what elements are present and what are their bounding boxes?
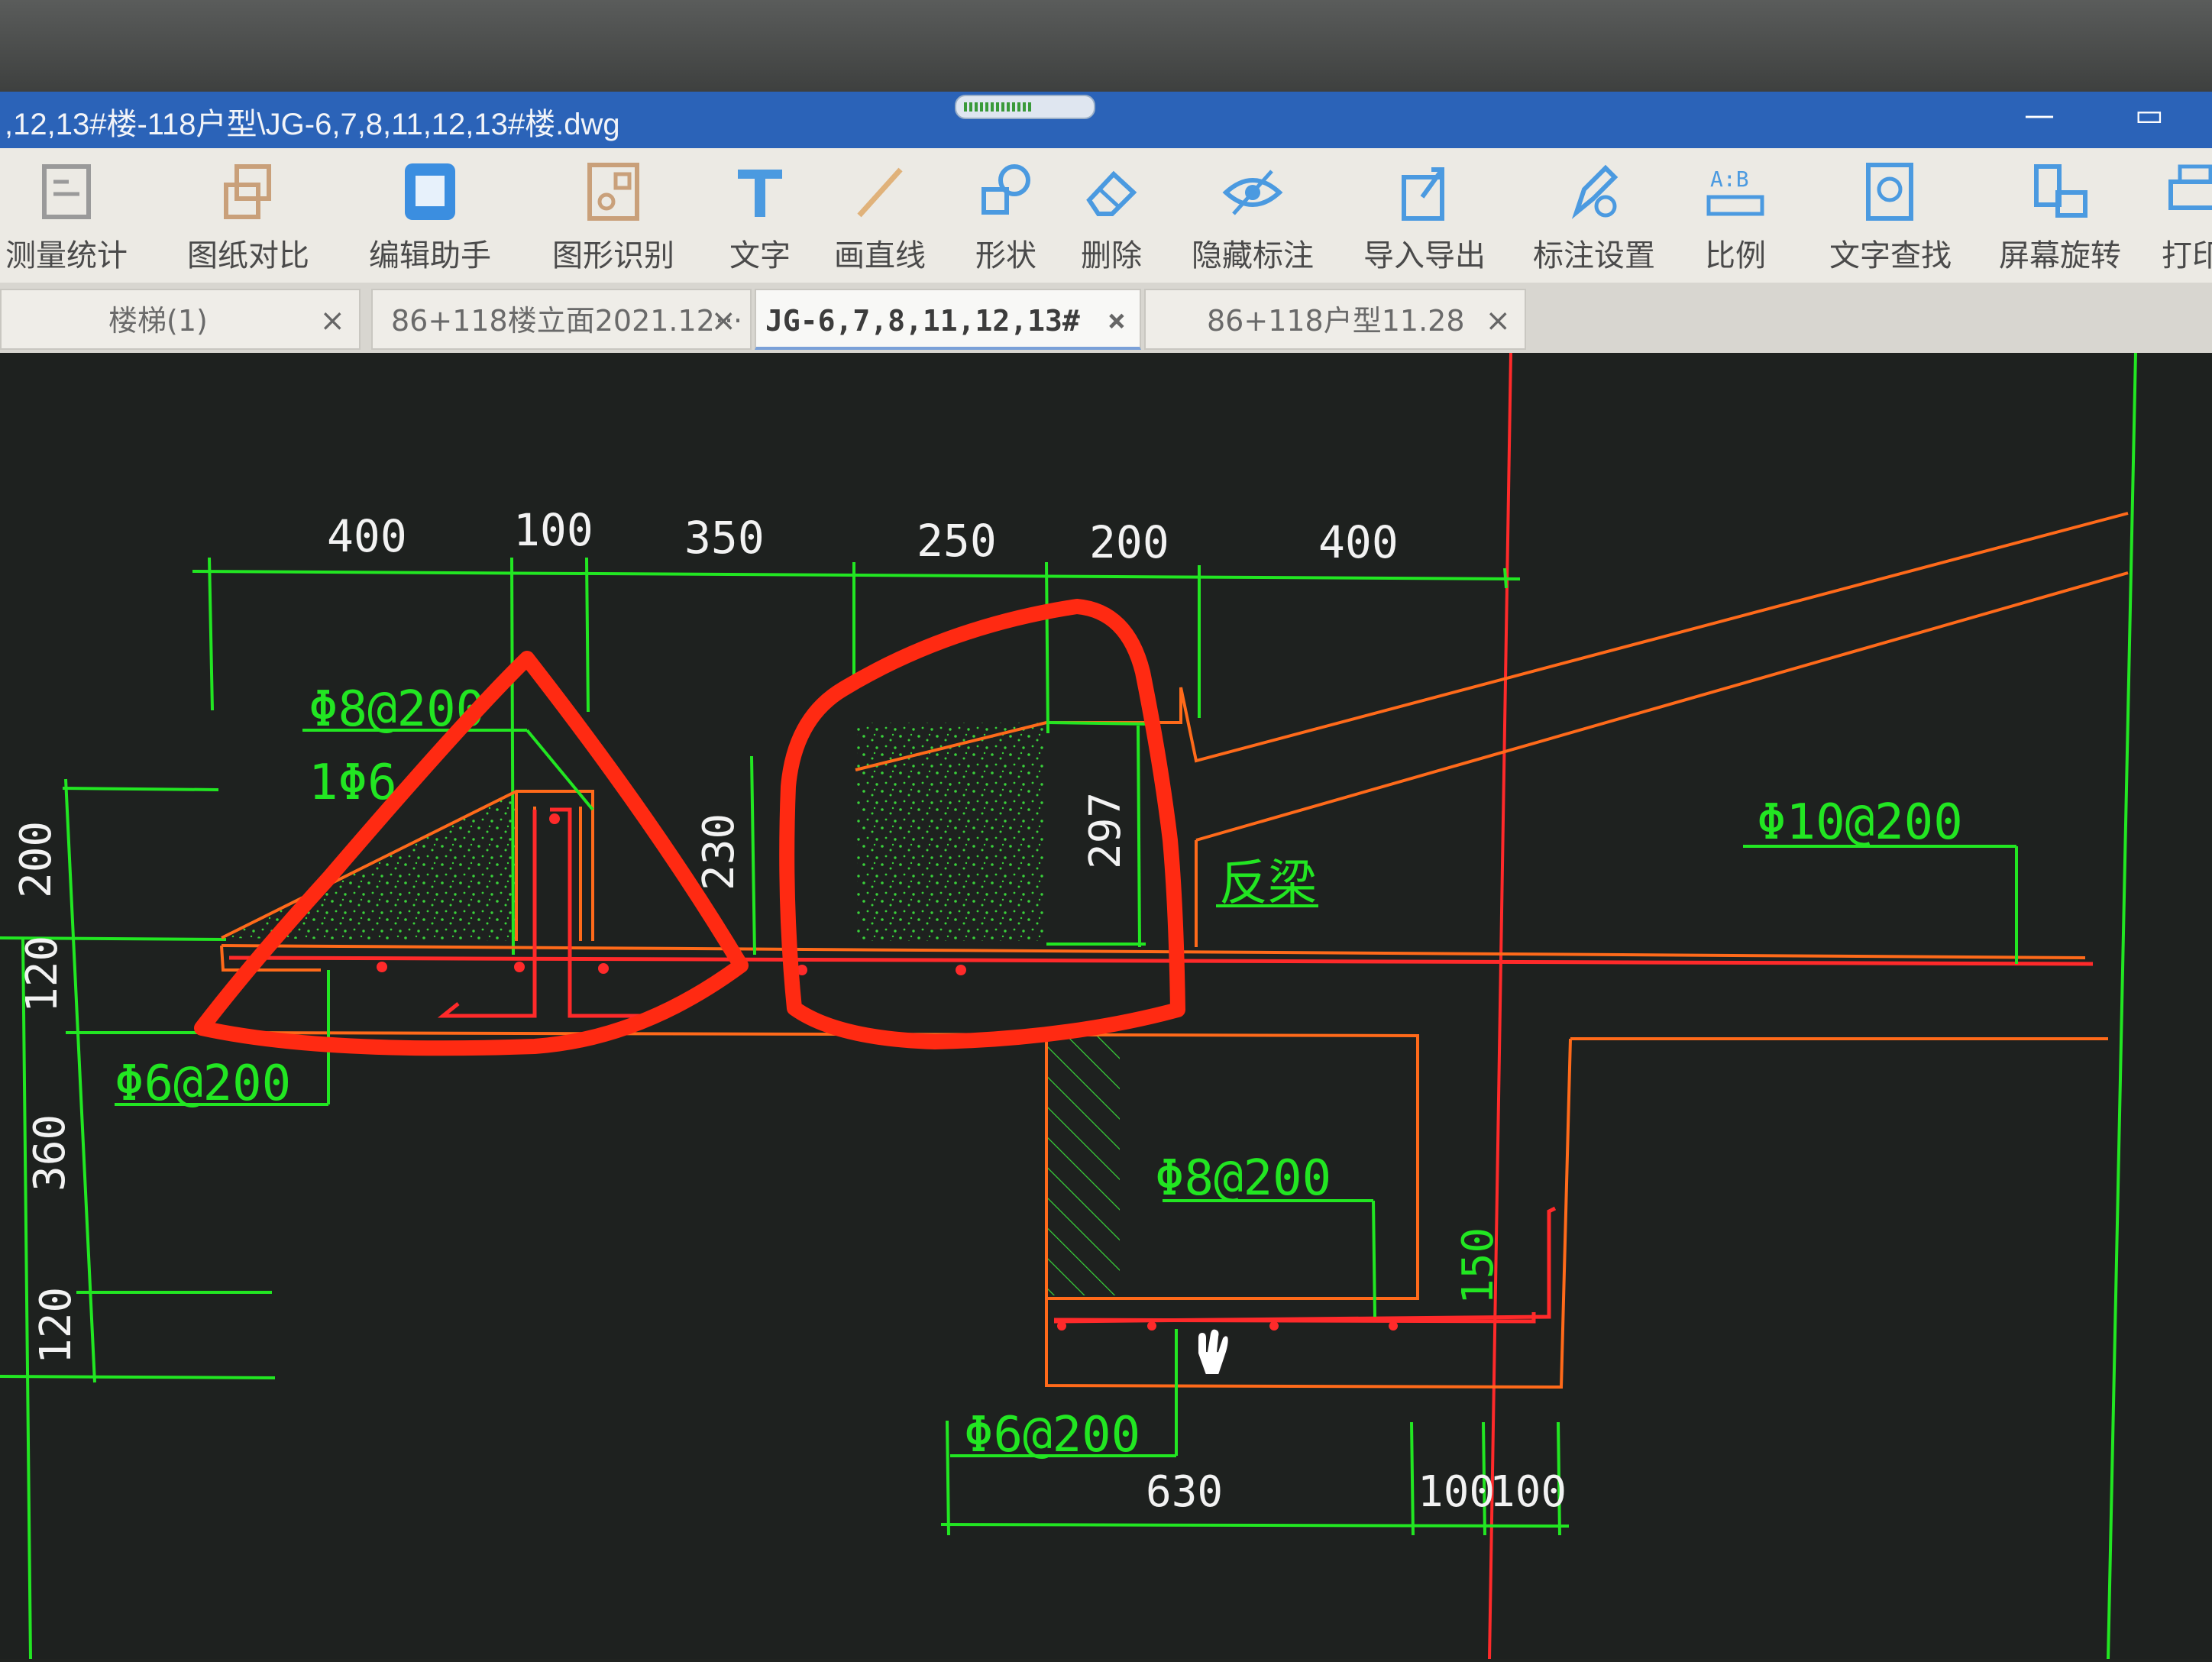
text-search-icon	[1866, 163, 1913, 221]
restore-button[interactable]: ▭	[2135, 98, 2164, 133]
tool-label: 打印	[2162, 238, 2212, 273]
dim-text: 120	[31, 1287, 81, 1364]
dim-text: 350	[684, 512, 765, 564]
text-icon	[738, 170, 782, 217]
dim-text: 200	[1089, 516, 1169, 568]
axis-line	[1488, 352, 1512, 1660]
shape-recognition-icon	[587, 163, 639, 221]
dim-297-text: 297	[1081, 792, 1130, 869]
tool-label: 标注设置	[1533, 238, 1655, 273]
tool-label: 比例	[1705, 238, 1766, 273]
drawing-canvas[interactable]: 400 100 350 250 200 400 200 120 360 120	[0, 352, 2212, 1660]
tool-scale-button[interactable]: A:B 比例	[1697, 159, 1774, 281]
beam-label: 反梁	[1219, 855, 1317, 912]
tool-edit-assistant-button[interactable]: 编辑助手	[365, 159, 495, 281]
border-line	[2107, 352, 2137, 1660]
tab-label: JG-6,7,8,11,12,13#	[765, 304, 1080, 338]
title-grip[interactable]	[955, 95, 1095, 119]
tool-label: 形状	[975, 238, 1036, 273]
dim-text: 400	[327, 510, 407, 562]
tool-label: 隐藏标注	[1192, 238, 1314, 273]
window-title: ,12,13#楼-118户型\JG-6,7,8,11,12,13#楼.dwg	[5, 108, 620, 141]
toolbar: 测量统计 图纸对比 编辑助手 图形识别 文字 画直线 形状 删除 隐藏标注 导入…	[0, 148, 2212, 283]
monitor-bezel	[0, 0, 2212, 92]
close-icon[interactable]: ×	[1485, 290, 1511, 348]
tab-elevation[interactable]: 86+118楼立面2021.12··· ×	[371, 289, 752, 350]
dim-text: 250	[917, 515, 997, 567]
tool-delete-button[interactable]: 删除	[1069, 159, 1153, 281]
dim-text: 100	[1418, 1467, 1495, 1517]
tool-import-export-button[interactable]: 导入导出	[1360, 159, 1489, 281]
print-icon	[2168, 164, 2212, 210]
dim-text: 630	[1146, 1467, 1223, 1517]
edit-assistant-icon	[405, 163, 455, 220]
dim-text: 100	[1489, 1467, 1567, 1517]
tool-rotate-screen-button[interactable]: 屏幕旋转	[1995, 159, 2125, 281]
tool-label: 文字	[729, 238, 791, 273]
tool-shape-recognition-button[interactable]: 图形识别	[548, 159, 678, 281]
close-icon[interactable]: ×	[710, 290, 736, 348]
cad-drawing: 400 100 350 250 200 400 200 120 360 120	[0, 352, 2137, 1660]
rebar-label: 1Φ6	[309, 755, 397, 811]
tool-text-search-button[interactable]: 文字查找	[1826, 159, 1955, 281]
tool-label: 图纸对比	[187, 238, 309, 273]
line-icon	[857, 167, 903, 218]
tab-jg-active[interactable]: JG-6,7,8,11,12,13# ×	[755, 289, 1141, 350]
tool-label: 文字查找	[1829, 238, 1952, 273]
eraser-icon	[1086, 170, 1137, 216]
concrete-fill-mid	[857, 723, 1045, 941]
tab-label: 86+118楼立面2021.12···	[391, 304, 743, 338]
dim-150-text: 150	[1454, 1227, 1503, 1305]
tab-label: 楼梯(1)	[108, 304, 208, 338]
close-icon[interactable]: ×	[1108, 290, 1126, 347]
tool-label: 图形识别	[552, 238, 674, 273]
top-dimension-texts: 400 100 350 250 200 400	[327, 504, 1399, 568]
tool-shape-button[interactable]: 形状	[964, 159, 1048, 281]
dim-text: 100	[513, 504, 593, 556]
tool-measure-button[interactable]: 测量统计	[2, 159, 131, 281]
tab-floorplan[interactable]: 86+118户型11.28 ×	[1144, 289, 1526, 350]
dim-text: 360	[25, 1114, 75, 1192]
tool-label: 删除	[1081, 238, 1142, 273]
rebar-label: Φ10@200	[1757, 794, 1963, 851]
tab-stairs[interactable]: 楼梯(1) ×	[0, 289, 361, 350]
scale-icon: A:B	[1706, 167, 1764, 216]
grip-indicator	[964, 102, 1033, 112]
tool-label: 导入导出	[1363, 238, 1486, 273]
document-tabs: 楼梯(1) × 86+118楼立面2021.12··· × JG-6,7,8,1…	[0, 283, 2212, 354]
tool-label: 画直线	[834, 238, 926, 273]
tool-label: 编辑助手	[369, 238, 491, 273]
svg-text:A:B: A:B	[1710, 167, 1749, 192]
rebar-label: Φ6@200	[115, 1056, 291, 1112]
tool-text-button[interactable]: 文字	[718, 159, 802, 281]
hand-cursor-icon	[1197, 1327, 1230, 1376]
tab-label: 86+118户型11.28	[1207, 304, 1465, 338]
annotation-settings-icon	[1571, 164, 1619, 219]
measure-icon	[42, 164, 91, 219]
wall-hatch	[1046, 1036, 1120, 1295]
compare-icon	[224, 164, 271, 219]
dim-text: 200	[11, 821, 61, 898]
eye-icon	[1222, 170, 1283, 215]
tool-annotation-settings-button[interactable]: 标注设置	[1529, 159, 1659, 281]
shape-icon	[981, 164, 1030, 215]
tool-label: 屏幕旋转	[1999, 238, 2121, 273]
dim-text: 120	[18, 936, 67, 1013]
tool-line-button[interactable]: 画直线	[826, 159, 933, 281]
dim-text: 400	[1318, 516, 1399, 568]
tool-print-button[interactable]: 打印	[2162, 159, 2212, 281]
import-export-icon	[1402, 167, 1444, 221]
minimize-button[interactable]: —	[2024, 98, 2055, 133]
tool-hide-annotations-button[interactable]: 隐藏标注	[1188, 159, 1318, 281]
rebar-label: Φ6@200	[964, 1407, 1140, 1463]
close-icon[interactable]: ×	[319, 290, 345, 348]
left-dimension-chain	[0, 778, 276, 1660]
dim-230-text: 230	[694, 813, 744, 891]
rebar-label: Φ8@200	[1155, 1150, 1331, 1207]
title-bar: ,12,13#楼-118户型\JG-6,7,8,11,12,13#楼.dwg —…	[0, 92, 2212, 148]
rotate-screen-icon	[2034, 164, 2087, 218]
tool-label: 测量统计	[5, 238, 128, 273]
tool-compare-button[interactable]: 图纸对比	[183, 159, 313, 281]
